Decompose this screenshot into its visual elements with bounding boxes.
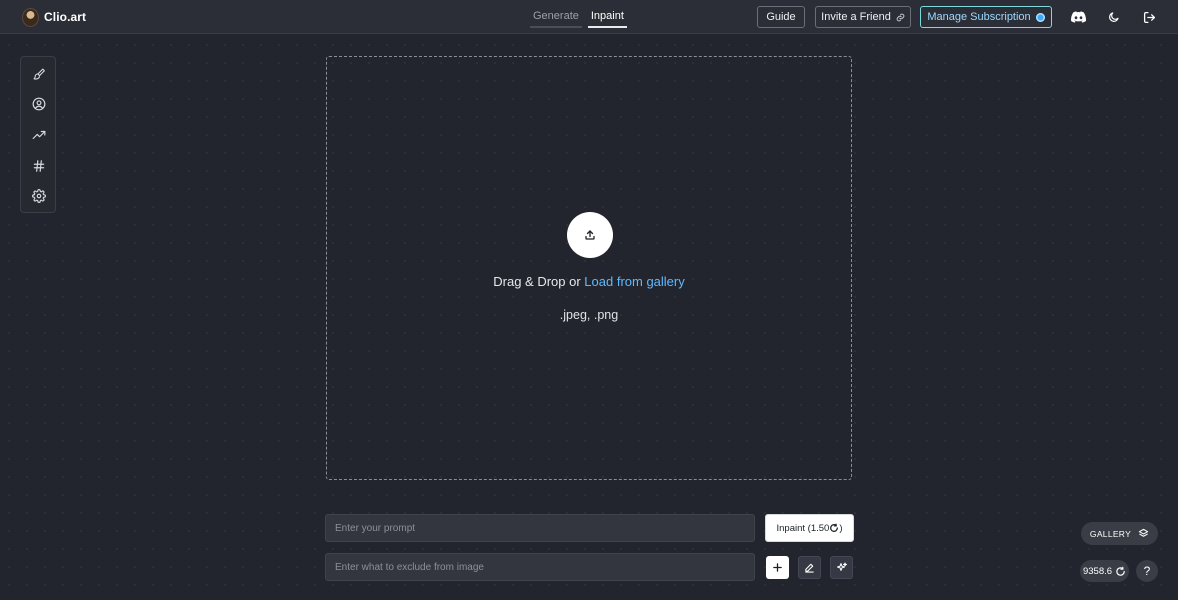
upload-icon xyxy=(585,230,595,240)
hashtag-icon xyxy=(33,160,45,172)
manage-subscription-label: Manage Subscription xyxy=(927,11,1031,23)
credits-value: 9358.6 xyxy=(1082,565,1113,577)
gallery-button[interactable]: GALLERY xyxy=(1081,522,1158,545)
tab-generate[interactable]: Generate xyxy=(530,8,582,28)
user-circle-icon xyxy=(32,97,46,111)
gear-icon xyxy=(32,189,46,203)
credits-balance: 9358.6 xyxy=(1080,560,1129,582)
discord-icon[interactable] xyxy=(1069,8,1087,26)
sidebar-item-settings[interactable] xyxy=(30,187,48,205)
help-button[interactable]: ? xyxy=(1136,560,1158,582)
accepted-formats: .jpeg, .png xyxy=(559,308,619,322)
invite-friend-button[interactable]: Invite a Friend xyxy=(815,6,911,28)
credits-refresh-icon xyxy=(1116,566,1125,576)
add-button[interactable] xyxy=(766,556,789,579)
inpaint-button-suffix: ) xyxy=(839,522,843,534)
edit-button[interactable] xyxy=(798,556,821,579)
inpaint-button-label: Inpaint (1.50 xyxy=(776,522,830,534)
top-bar: Clio.art Generate Inpaint Guide Invite a… xyxy=(0,0,1178,34)
sidebar xyxy=(20,56,56,213)
app-name: Clio.art xyxy=(44,10,87,24)
negative-prompt-input[interactable] xyxy=(325,553,755,581)
sidebar-item-tags[interactable] xyxy=(30,157,48,175)
plus-icon xyxy=(773,563,782,572)
layers-icon xyxy=(1138,528,1149,537)
logo-avatar-icon xyxy=(22,7,39,27)
enhance-prompt-button[interactable] xyxy=(830,556,853,579)
image-dropzone[interactable]: Drag & Drop or Load from gallery .jpeg, … xyxy=(326,56,852,480)
logout-icon[interactable] xyxy=(1140,8,1158,26)
invite-button-label: Invite a Friend xyxy=(821,11,891,23)
app-logo[interactable]: Clio.art xyxy=(22,7,86,27)
gallery-label: GALLERY xyxy=(1089,528,1132,539)
moon-icon[interactable] xyxy=(1105,8,1123,26)
load-from-gallery-link[interactable]: Load from gallery xyxy=(584,274,684,289)
brush-icon xyxy=(33,68,45,80)
link-icon xyxy=(896,13,905,21)
mode-switch: Generate Inpaint xyxy=(530,8,627,28)
sidebar-item-brush[interactable] xyxy=(30,65,48,83)
credits-icon xyxy=(830,523,839,532)
trending-icon xyxy=(32,130,46,140)
subscription-status-icon xyxy=(1035,12,1045,22)
tab-inpaint[interactable]: Inpaint xyxy=(587,8,627,28)
guide-button-label: Guide xyxy=(766,11,796,23)
sidebar-item-profile[interactable] xyxy=(30,95,48,113)
dropzone-instructions: Drag & Drop or Load from gallery xyxy=(327,274,851,289)
manage-subscription-button[interactable]: Manage Subscription xyxy=(920,6,1052,28)
sparkles-icon xyxy=(836,562,847,571)
inpaint-button[interactable]: Inpaint (1.50 ) xyxy=(765,514,854,542)
guide-button[interactable]: Guide xyxy=(757,6,805,28)
prompt-input[interactable] xyxy=(325,514,755,542)
upload-button[interactable] xyxy=(567,212,613,258)
dropzone-text: Drag & Drop or xyxy=(493,274,585,289)
pencil-icon xyxy=(805,563,814,573)
sidebar-item-trending[interactable] xyxy=(30,126,48,144)
